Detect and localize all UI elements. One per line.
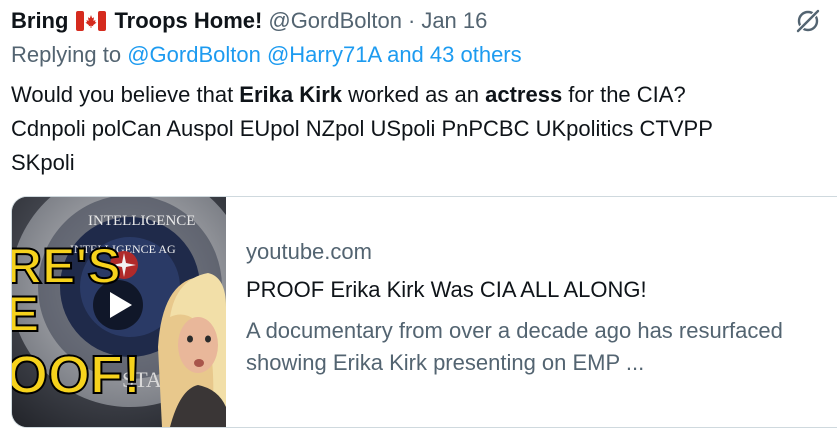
tweet-text-line1: Would you believe that Erika Kirk worked… — [11, 78, 831, 112]
tweet-text-line2: Cdnpoli polCan Auspol EUpol NZpol USpoli… — [11, 116, 713, 141]
author-name-part2[interactable]: Troops Home! — [114, 8, 262, 34]
seal-top-text: INTELLIGENCE — [88, 213, 195, 229]
text-bold-actress: actress — [485, 82, 563, 107]
author-name-part1[interactable]: Bring — [11, 8, 68, 34]
replying-prefix: Replying to — [11, 42, 122, 67]
header-separator: · — [407, 8, 416, 33]
card-domain: youtube.com — [246, 239, 372, 264]
text-segment: for the CIA? — [562, 82, 686, 107]
replying-users-link[interactable]: @GordBolton @Harry71A and 43 others — [127, 42, 521, 67]
card-thumbnail[interactable]: INTELLIGENCE INTELLIGENCE AG STATES RE'S… — [12, 197, 226, 427]
canada-flag-icon — [76, 11, 107, 31]
card-title[interactable]: PROOF Erika Kirk Was CIA ALL ALONG! — [246, 277, 826, 309]
tweet-date[interactable]: Jan 16 — [421, 8, 487, 34]
overlay-line3: OOF! — [12, 345, 141, 405]
tweet-text-line3: SKpoli — [11, 150, 75, 175]
thumbnail-image: INTELLIGENCE INTELLIGENCE AG STATES RE'S… — [12, 197, 226, 427]
tweet-text: Would you believe that Erika Kirk worked… — [11, 78, 831, 180]
author-handle[interactable]: @GordBolton — [268, 8, 402, 34]
text-bold-erika-kirk: Erika Kirk — [239, 82, 343, 107]
overlay-line2: E — [12, 286, 39, 342]
grok-icon[interactable] — [793, 6, 823, 36]
grok-icon-svg — [796, 9, 820, 33]
text-segment: Would you believe that — [11, 82, 240, 107]
card-meta: youtube.com PROOF Erika Kirk Was CIA ALL… — [226, 197, 826, 427]
text-segment: worked as an — [342, 82, 486, 107]
card-description: A documentary from over a decade ago has… — [246, 318, 783, 375]
tweet-header: Bring Troops Home! @GordBolton · Jan 16 — [11, 6, 487, 36]
link-preview-card[interactable]: INTELLIGENCE INTELLIGENCE AG STATES RE'S… — [11, 196, 837, 428]
replying-to: Replying to @GordBolton @Harry71A and 43… — [11, 42, 522, 68]
